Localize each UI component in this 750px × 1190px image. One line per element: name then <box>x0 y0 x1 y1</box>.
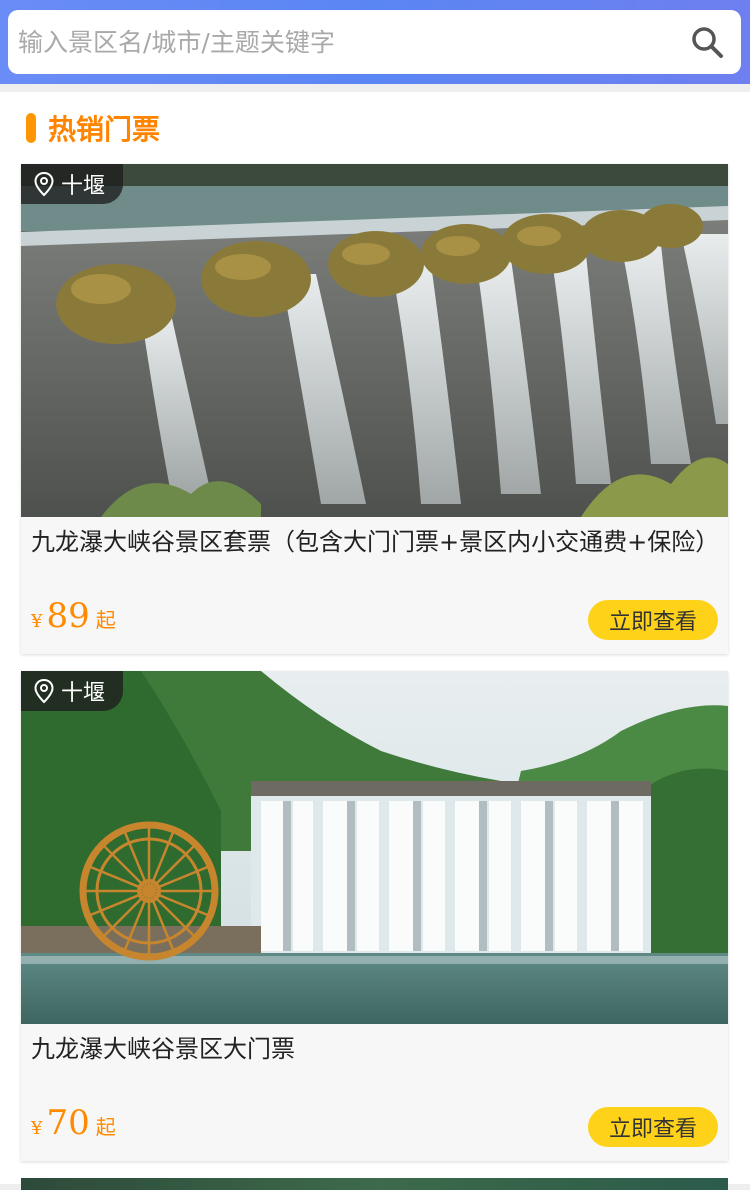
map-pin-icon <box>34 171 54 197</box>
search-input[interactable] <box>18 10 678 74</box>
location-label: 十堰 <box>61 681 106 706</box>
section-accent-bar <box>26 113 36 143</box>
ticket-title[interactable]: 九龙瀑大峡谷景区套票（包含大门门票+景区内小交通费+保险） <box>31 526 721 558</box>
view-now-button[interactable]: 立即查看 <box>588 1107 718 1147</box>
header-bar <box>0 0 750 84</box>
currency-symbol: ¥ <box>31 1118 43 1139</box>
section-title: 热销门票 <box>48 113 161 146</box>
currency-symbol: ¥ <box>31 611 43 632</box>
view-now-button[interactable]: 立即查看 <box>588 600 718 640</box>
ticket-card[interactable]: 十堰 九龙瀑大峡谷景区大门票 ¥ 70 起 立即查看 <box>21 671 728 1161</box>
location-tag: 十堰 <box>21 671 124 711</box>
ticket-card[interactable]: 十堰 九龙瀑大峡谷景区套票（包含大门门票+景区内小交通费+保险） ¥ 89 起 … <box>21 164 728 654</box>
location-label: 十堰 <box>61 174 106 199</box>
next-ticket-image-edge <box>21 1178 728 1190</box>
map-pin-icon <box>34 678 54 704</box>
ticket-image[interactable]: 十堰 <box>21 671 728 1024</box>
main-content: 热销门票 十堰 九龙瀑大峡谷景区套票（包含大门门票+景区内小交通费+保险） ¥ … <box>0 92 750 1190</box>
ticket-title[interactable]: 九龙瀑大峡谷景区大门票 <box>31 1033 721 1065</box>
search-icon[interactable] <box>689 24 725 60</box>
section-header: 热销门票 <box>26 110 160 146</box>
waterwheel <box>79 821 219 961</box>
price-value: 70 <box>46 1103 90 1143</box>
ticket-image[interactable]: 十堰 <box>21 164 728 517</box>
ticket-price: ¥ 70 起 <box>31 1103 116 1143</box>
price-suffix: 起 <box>95 608 116 632</box>
price-value: 89 <box>46 596 90 636</box>
waterwheel-waterfall-image <box>21 671 728 1024</box>
ticket-price: ¥ 89 起 <box>31 596 116 636</box>
search-box[interactable] <box>8 10 741 74</box>
price-suffix: 起 <box>95 1115 116 1139</box>
dragon-waterfall-image <box>21 164 728 517</box>
location-tag: 十堰 <box>21 164 124 204</box>
